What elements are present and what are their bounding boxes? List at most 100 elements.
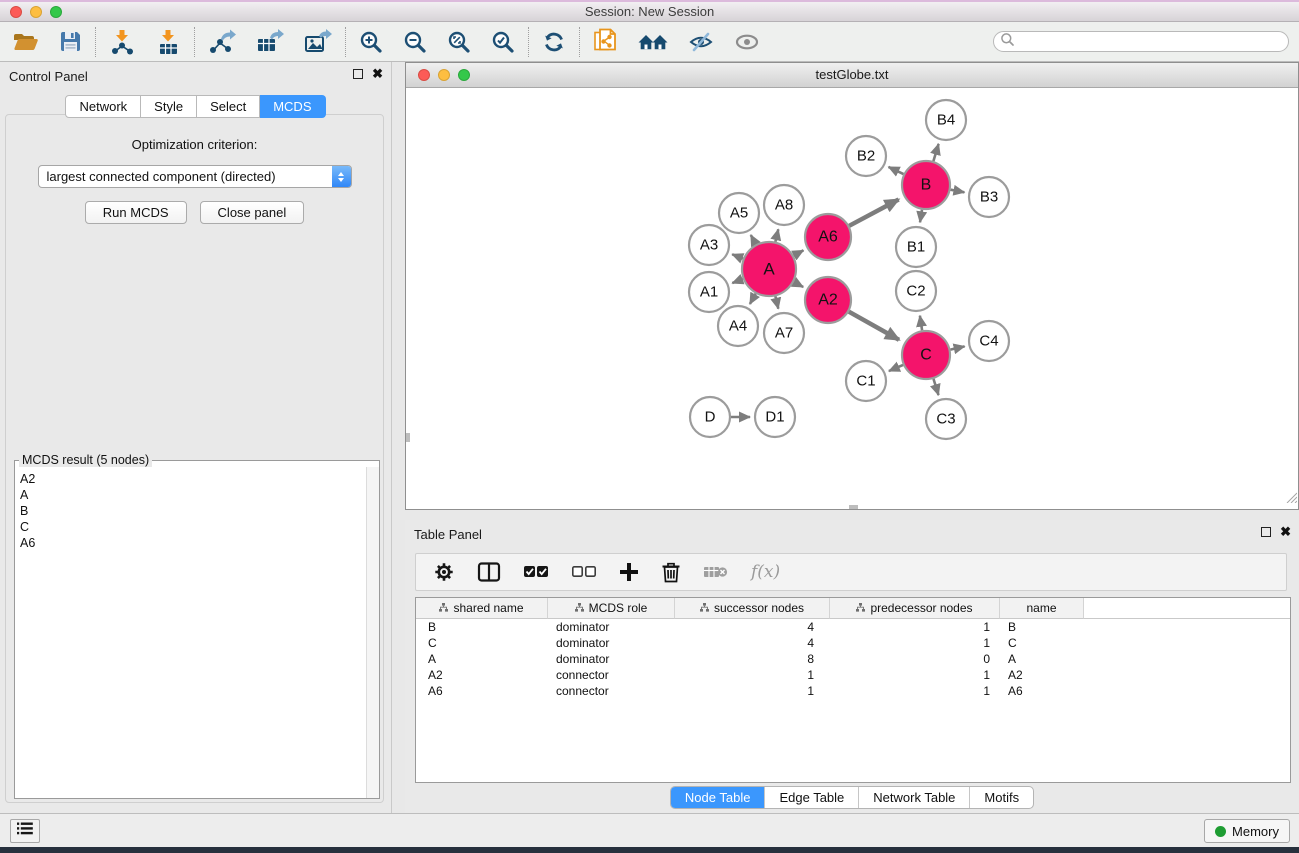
cell-shared-name[interactable]: A6 — [416, 683, 548, 699]
network-canvas[interactable]: AA1A2A3A4A5A6A7A8BB1B2B3B4CC1C2C3C4DD1 — [406, 88, 1298, 509]
graph-edge-B-B2[interactable] — [889, 167, 904, 174]
zoom-in-icon[interactable] — [359, 30, 383, 54]
export-table-icon[interactable] — [256, 29, 284, 55]
graph-edge-A-A5[interactable] — [751, 235, 756, 244]
graph-node-B3[interactable]: B3 — [969, 177, 1009, 217]
graph-node-A1[interactable]: A1 — [689, 272, 729, 312]
tab-mcds[interactable]: MCDS — [260, 95, 325, 118]
close-window-button[interactable] — [10, 6, 22, 18]
memory-button[interactable]: Memory — [1204, 819, 1290, 843]
cell-predecessor-nodes[interactable]: 1 — [830, 619, 1000, 635]
graph-edge-A-A8[interactable] — [775, 229, 778, 241]
result-item-c[interactable]: C — [20, 519, 365, 535]
cell-predecessor-nodes[interactable]: 0 — [830, 651, 1000, 667]
cell-mcds-role[interactable]: dominator — [548, 651, 675, 667]
graph-node-B4[interactable]: B4 — [926, 100, 966, 140]
task-history-button[interactable] — [10, 819, 40, 843]
deselect-all-icon[interactable] — [571, 565, 597, 579]
table-row[interactable]: A2connector11A2 — [416, 667, 1290, 683]
gear-icon[interactable] — [433, 561, 455, 583]
tab-network[interactable]: Network — [65, 95, 141, 118]
cell-successor-nodes[interactable]: 4 — [675, 635, 830, 651]
export-image-icon[interactable] — [304, 29, 332, 55]
graph-edge-C-C3[interactable] — [934, 379, 939, 395]
delete-column-icon[interactable] — [661, 561, 681, 583]
close-table-panel-icon[interactable]: ✖ — [1280, 527, 1291, 537]
graph-node-A4[interactable]: A4 — [718, 306, 758, 346]
add-column-icon[interactable] — [619, 562, 639, 582]
tab-node-table[interactable]: Node Table — [671, 787, 765, 808]
network-close-button[interactable] — [418, 69, 430, 81]
graph-node-A8[interactable]: A8 — [764, 185, 804, 225]
open-folder-icon[interactable] — [13, 31, 39, 53]
result-item-a2[interactable]: A2 — [20, 471, 365, 487]
cell-name[interactable]: A — [1000, 651, 1084, 667]
cell-shared-name[interactable]: A2 — [416, 667, 548, 683]
graph-edge-A-A1[interactable] — [732, 279, 743, 283]
hide-details-icon[interactable] — [688, 30, 714, 54]
cell-successor-nodes[interactable]: 4 — [675, 619, 830, 635]
cell-predecessor-nodes[interactable]: 1 — [830, 667, 1000, 683]
houses-icon[interactable] — [638, 30, 668, 54]
graph-node-D1[interactable]: D1 — [755, 397, 795, 437]
minimize-window-button[interactable] — [30, 6, 42, 18]
cell-name[interactable]: B — [1000, 619, 1084, 635]
graph-node-B1[interactable]: B1 — [896, 227, 936, 267]
graph-node-A[interactable]: A — [742, 242, 796, 296]
cell-name[interactable]: A6 — [1000, 683, 1084, 699]
tab-select[interactable]: Select — [197, 95, 260, 118]
cell-shared-name[interactable]: C — [416, 635, 548, 651]
graph-node-C3[interactable]: C3 — [926, 399, 966, 439]
refresh-icon[interactable] — [542, 30, 566, 54]
cell-name[interactable]: A2 — [1000, 667, 1084, 683]
network-minimize-button[interactable] — [438, 69, 450, 81]
cell-mcds-role[interactable]: connector — [548, 683, 675, 699]
table-row[interactable]: Cdominator41C — [416, 635, 1290, 651]
save-icon[interactable] — [59, 30, 82, 53]
network-zoom-button[interactable] — [458, 69, 470, 81]
column-header-shared-name[interactable]: shared name — [416, 598, 548, 619]
graph-edge-A-A2[interactable] — [794, 282, 803, 287]
result-scrollbar[interactable] — [366, 467, 379, 798]
graph-edge-A6-B[interactable] — [849, 200, 898, 226]
delete-table-icon[interactable] — [703, 563, 729, 581]
graph-edge-A-A7[interactable] — [775, 296, 778, 308]
zoom-out-icon[interactable] — [403, 30, 427, 54]
cell-successor-nodes[interactable]: 8 — [675, 651, 830, 667]
cell-predecessor-nodes[interactable]: 1 — [830, 635, 1000, 651]
close-panel-button[interactable]: Close panel — [200, 201, 305, 224]
graph-node-D[interactable]: D — [690, 397, 730, 437]
graph-node-C4[interactable]: C4 — [969, 321, 1009, 361]
close-panel-icon[interactable]: ✖ — [372, 69, 383, 79]
zoom-selected-icon[interactable] — [491, 30, 515, 54]
cell-predecessor-nodes[interactable]: 1 — [830, 683, 1000, 699]
run-mcds-button[interactable]: Run MCDS — [85, 201, 187, 224]
document-network-icon[interactable] — [593, 28, 618, 55]
graph-node-A7[interactable]: A7 — [764, 313, 804, 353]
export-network-icon[interactable] — [208, 29, 236, 55]
result-item-b[interactable]: B — [20, 503, 365, 519]
tab-style[interactable]: Style — [141, 95, 197, 118]
float-table-panel-icon[interactable] — [1261, 527, 1271, 537]
column-header-predecessor-nodes[interactable]: predecessor nodes — [830, 598, 1000, 619]
graph-edge-A-A3[interactable] — [732, 254, 743, 258]
cell-shared-name[interactable]: A — [416, 651, 548, 667]
float-panel-icon[interactable] — [353, 69, 363, 79]
cell-mcds-role[interactable]: dominator — [548, 635, 675, 651]
zoom-window-button[interactable] — [50, 6, 62, 18]
result-item-a[interactable]: A — [20, 487, 365, 503]
criterion-dropdown[interactable]: largest connected component (directed) — [38, 165, 352, 188]
graph-edge-A-A4[interactable] — [750, 294, 756, 304]
graph-node-C[interactable]: C — [902, 331, 950, 379]
graph-node-A6[interactable]: A6 — [805, 214, 851, 260]
graph-node-B2[interactable]: B2 — [846, 136, 886, 176]
graph-edge-A2-C[interactable] — [849, 312, 899, 340]
table-row[interactable]: Bdominator41B — [416, 619, 1290, 635]
tab-network-table[interactable]: Network Table — [858, 787, 969, 808]
resize-grip-icon[interactable] — [1284, 490, 1297, 508]
graph-node-C2[interactable]: C2 — [896, 271, 936, 311]
graph-node-A2[interactable]: A2 — [805, 277, 851, 323]
graph-edge-B-B1[interactable] — [920, 210, 922, 223]
cell-mcds-role[interactable]: connector — [548, 667, 675, 683]
table-row[interactable]: A6connector11A6 — [416, 683, 1290, 699]
